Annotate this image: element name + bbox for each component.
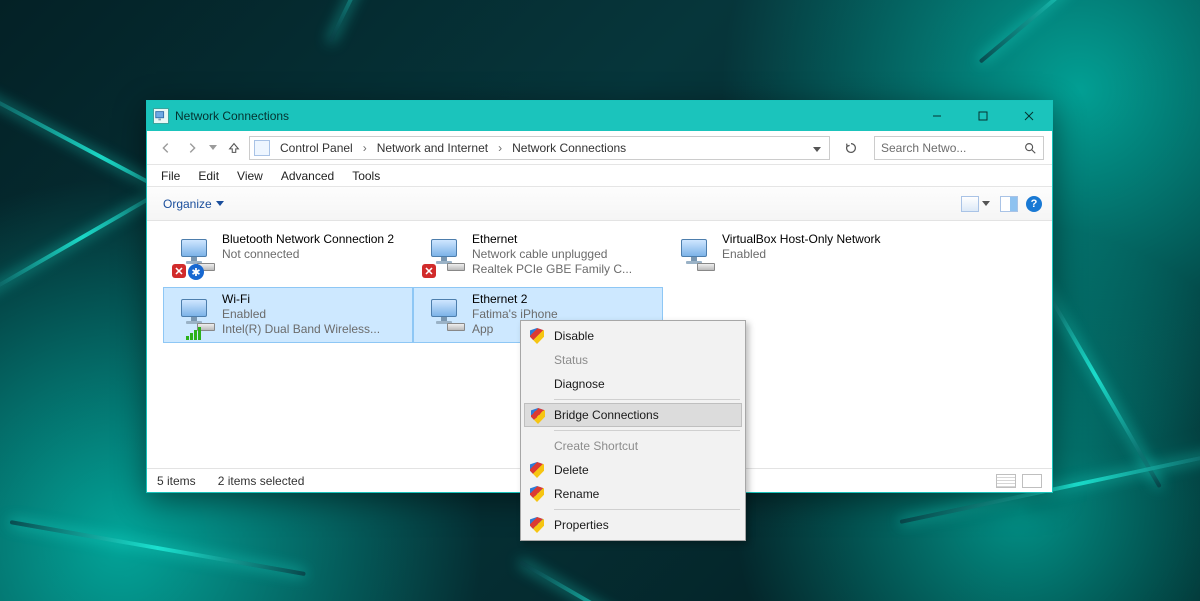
organize-label: Organize	[163, 197, 212, 211]
status-selection: 2 items selected	[218, 474, 305, 488]
breadcrumb-item[interactable]: Network and Internet	[373, 141, 492, 155]
uac-shield-icon	[530, 462, 546, 478]
context-menu-item[interactable]: Disable	[524, 324, 742, 348]
connection-status: Enabled	[722, 247, 906, 262]
network-adapter-icon: ✕✱	[170, 232, 222, 280]
connection-item[interactable]: Wi-FiEnabledIntel(R) Dual Band Wireless.…	[163, 287, 413, 343]
search-icon	[1023, 141, 1037, 155]
uac-shield-icon	[530, 486, 546, 502]
menu-file[interactable]: File	[153, 167, 188, 185]
wifi-signal-icon	[186, 327, 201, 340]
window-icon	[153, 108, 169, 124]
maximize-button[interactable]	[960, 101, 1006, 131]
refresh-button[interactable]	[838, 136, 864, 160]
context-menu-label: Disable	[554, 329, 594, 343]
breadcrumb-sep: ›	[359, 141, 371, 155]
breadcrumb-item[interactable]: Control Panel	[276, 141, 357, 155]
context-menu-item[interactable]: Delete	[524, 458, 742, 482]
context-menu-label: Diagnose	[554, 377, 605, 391]
search-placeholder: Search Netwo...	[881, 141, 1023, 155]
connection-name: Ethernet	[472, 232, 656, 247]
menu-view[interactable]: View	[229, 167, 271, 185]
address-bar[interactable]: Control Panel › Network and Internet › N…	[249, 136, 830, 160]
context-menu: Disable Status Diagnose Bridge Connections C…	[520, 320, 746, 541]
context-menu-item: Status	[524, 348, 742, 372]
view-mode-button[interactable]	[959, 194, 992, 214]
context-menu-item: Create Shortcut	[524, 434, 742, 458]
connection-name: Ethernet 2	[472, 292, 656, 307]
titlebar[interactable]: Network Connections	[147, 101, 1052, 131]
connection-name: VirtualBox Host-Only Network	[722, 232, 906, 247]
connection-item[interactable]: VirtualBox Host-Only NetworkEnabled	[663, 227, 913, 283]
status-count: 5 items	[157, 474, 196, 488]
bluetooth-overlay-icon: ✱	[188, 264, 204, 280]
view-icon	[961, 196, 979, 212]
forward-button[interactable]	[181, 137, 203, 159]
connection-item[interactable]: ✕✱Bluetooth Network Connection 2Not conn…	[163, 227, 413, 283]
breadcrumb-sep: ›	[494, 141, 506, 155]
help-button[interactable]: ?	[1026, 196, 1042, 212]
connection-name: Bluetooth Network Connection 2	[222, 232, 406, 247]
address-icon	[254, 140, 270, 156]
uac-shield-icon	[530, 517, 546, 533]
window-title: Network Connections	[175, 109, 289, 123]
connection-status: Not connected	[222, 247, 406, 262]
menubar: File Edit View Advanced Tools	[147, 165, 1052, 187]
context-menu-label: Properties	[554, 518, 609, 532]
error-overlay-icon: ✕	[422, 264, 436, 278]
connection-name: Wi-Fi	[222, 292, 406, 307]
uac-shield-icon	[530, 328, 546, 344]
preview-pane-icon	[1000, 196, 1018, 212]
context-menu-separator	[554, 430, 740, 431]
close-button[interactable]	[1006, 101, 1052, 131]
network-adapter-icon	[670, 232, 722, 280]
command-bar: Organize ?	[147, 187, 1052, 221]
context-menu-separator	[554, 509, 740, 510]
address-dropdown[interactable]	[807, 141, 827, 155]
context-menu-item[interactable]: Rename	[524, 482, 742, 506]
connection-item[interactable]: ✕ EthernetNetwork cable unpluggedRealtek …	[413, 227, 663, 283]
recent-dropdown[interactable]	[207, 142, 219, 153]
error-overlay-icon: ✕	[172, 264, 186, 278]
preview-pane-button[interactable]	[998, 194, 1020, 214]
context-menu-item[interactable]: Bridge Connections	[524, 403, 742, 427]
connection-device: Intel(R) Dual Band Wireless...	[222, 322, 406, 337]
menu-edit[interactable]: Edit	[190, 167, 227, 185]
back-button[interactable]	[155, 137, 177, 159]
navbar: Control Panel › Network and Internet › N…	[147, 131, 1052, 165]
network-adapter-icon	[170, 292, 222, 340]
context-menu-item[interactable]: Diagnose	[524, 372, 742, 396]
context-menu-label: Create Shortcut	[554, 439, 638, 453]
large-icons-view-button[interactable]	[1022, 474, 1042, 488]
context-menu-item[interactable]: Properties	[524, 513, 742, 537]
uac-shield-icon	[531, 408, 547, 424]
search-box[interactable]: Search Netwo...	[874, 136, 1044, 160]
context-menu-label: Bridge Connections	[554, 408, 659, 422]
menu-advanced[interactable]: Advanced	[273, 167, 342, 185]
chevron-down-icon	[982, 201, 990, 206]
menu-tools[interactable]: Tools	[344, 167, 388, 185]
details-view-button[interactable]	[996, 474, 1016, 488]
connection-status: Network cable unplugged	[472, 247, 656, 262]
context-menu-label: Rename	[554, 487, 599, 501]
network-adapter-icon: ✕	[420, 232, 472, 280]
context-menu-separator	[554, 399, 740, 400]
chevron-down-icon	[216, 201, 224, 206]
organize-button[interactable]: Organize	[157, 193, 230, 215]
breadcrumb-item[interactable]: Network Connections	[508, 141, 630, 155]
minimize-button[interactable]	[914, 101, 960, 131]
context-menu-label: Delete	[554, 463, 589, 477]
connection-device: Realtek PCIe GBE Family C...	[472, 262, 656, 277]
connection-status: Enabled	[222, 307, 406, 322]
context-menu-label: Status	[554, 353, 588, 367]
network-adapter-icon	[420, 292, 472, 340]
up-button[interactable]	[223, 137, 245, 159]
